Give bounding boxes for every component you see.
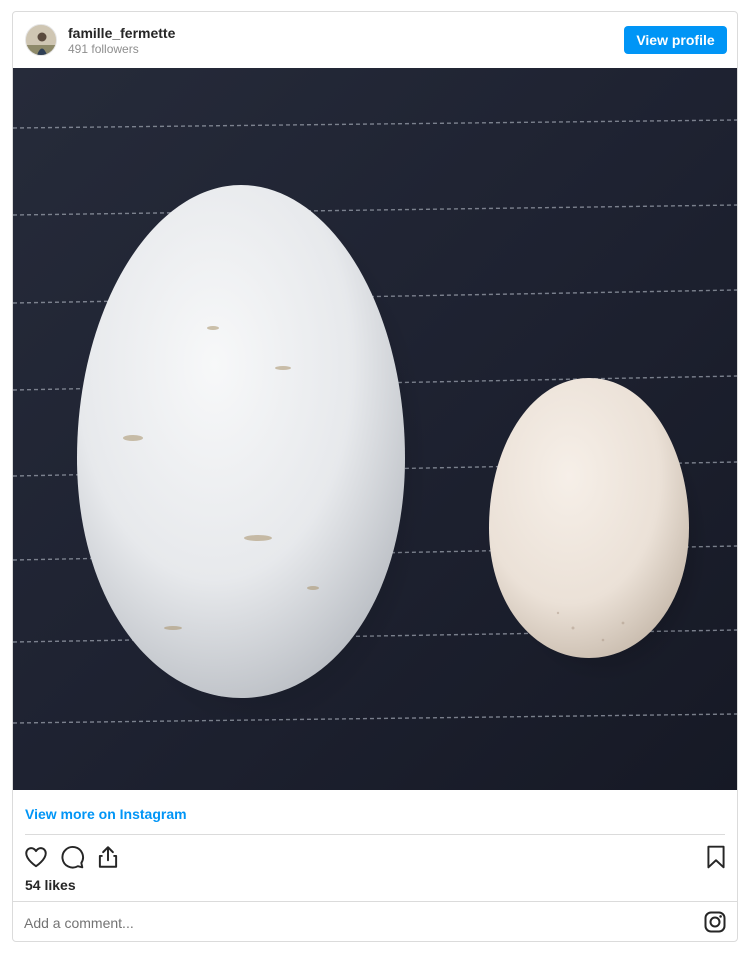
view-more-link[interactable]: View more on Instagram <box>25 806 187 822</box>
share-icon[interactable] <box>95 844 121 870</box>
view-profile-button[interactable]: View profile <box>624 26 727 54</box>
like-count: 54 likes <box>25 877 76 893</box>
eggs-photo <box>13 68 737 790</box>
avatar[interactable] <box>25 24 57 56</box>
action-bar <box>13 840 737 876</box>
username[interactable]: famille_fermette <box>68 25 175 41</box>
comment-input[interactable]: Add a comment... <box>24 915 134 931</box>
post-header: famille_fermette 491 followers View prof… <box>13 12 737 68</box>
comment-icon[interactable] <box>59 844 85 870</box>
heart-icon[interactable] <box>23 844 49 870</box>
bookmark-icon[interactable] <box>703 844 729 870</box>
post-photo[interactable] <box>13 68 737 790</box>
follower-count: 491 followers <box>68 42 139 56</box>
instagram-embed-card: famille_fermette 491 followers View prof… <box>12 11 738 942</box>
divider <box>25 834 725 835</box>
avatar-image <box>26 25 56 55</box>
divider <box>13 901 737 902</box>
instagram-logo-icon[interactable] <box>703 910 727 934</box>
